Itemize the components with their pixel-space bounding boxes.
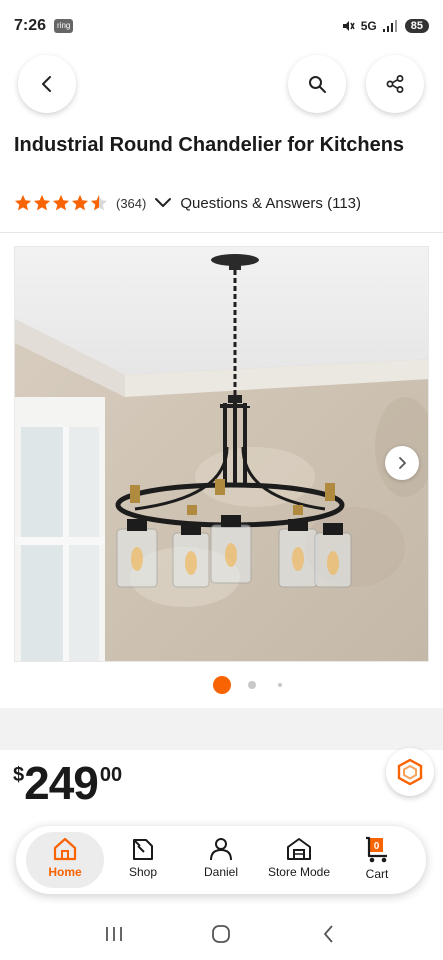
share-icon <box>386 75 404 93</box>
store-icon <box>287 838 311 860</box>
nav-account[interactable]: Daniel <box>182 832 260 888</box>
nav-home[interactable]: Home <box>26 832 104 888</box>
status-bar: 7:26 ring 5G 85 <box>0 0 443 52</box>
recent-apps-icon[interactable] <box>103 924 125 944</box>
chandelier-photo <box>15 247 428 661</box>
rating-row[interactable]: (364) Questions & Answers (113) <box>14 192 361 214</box>
ring-notification-icon: ring <box>54 19 74 33</box>
shop-icon <box>133 839 153 860</box>
share-button[interactable] <box>366 55 424 113</box>
battery-indicator: 85 <box>404 19 429 33</box>
nav-cart-label: Cart <box>365 867 389 881</box>
search-icon <box>309 76 326 93</box>
signal-icon <box>382 20 397 32</box>
divider <box>0 232 443 233</box>
product-title: Industrial Round Chandelier for Kitchens <box>14 134 405 156</box>
carousel-dots <box>0 676 443 694</box>
price-dollars: 249 <box>24 757 99 809</box>
carousel-dot-active[interactable] <box>213 676 231 694</box>
next-image-button[interactable] <box>385 446 419 480</box>
status-right: 5G 85 <box>341 19 429 33</box>
back-button[interactable] <box>18 55 76 113</box>
nav-cart[interactable]: 0 Cart <box>338 832 416 888</box>
user-icon <box>210 838 232 861</box>
cart-badge: 0 <box>374 841 380 852</box>
back-system-icon[interactable] <box>318 923 340 945</box>
nav-shop[interactable]: Shop <box>104 832 182 888</box>
product-image[interactable] <box>14 246 429 662</box>
search-button[interactable] <box>288 55 346 113</box>
nav-account-label: Daniel <box>203 865 239 879</box>
cart-icon: 0 <box>366 836 387 863</box>
price-currency: $ <box>13 764 25 786</box>
questions-answers-link[interactable]: Questions & Answers (113) <box>180 195 361 212</box>
star-rating <box>14 194 108 212</box>
section-separator <box>0 708 443 750</box>
system-nav-bar <box>0 908 443 960</box>
price-cents: 00 <box>99 764 123 786</box>
star-icon <box>71 194 89 211</box>
chevron-down-icon[interactable] <box>154 197 172 209</box>
bottom-nav: Home Shop Daniel Store Mode 0 Cart <box>16 826 426 894</box>
star-icon <box>14 194 32 211</box>
nav-store-mode[interactable]: Store Mode <box>260 832 338 888</box>
star-icon <box>52 194 70 211</box>
star-icon <box>90 194 108 211</box>
hexagon-icon <box>397 758 423 786</box>
status-time: 7:26 <box>14 17 47 34</box>
network-label: 5G <box>360 19 377 33</box>
carousel-dot[interactable] <box>278 683 282 687</box>
nav-store-mode-label: Store Mode <box>267 865 331 879</box>
star-icon <box>33 194 51 211</box>
review-count[interactable]: (364) <box>116 196 146 211</box>
nav-home-label: Home <box>48 865 82 879</box>
assistant-button[interactable] <box>386 748 434 796</box>
mute-icon <box>342 21 355 31</box>
carousel-dot[interactable] <box>248 681 256 689</box>
chevron-left-icon <box>42 76 51 92</box>
price: $ 249 00 <box>13 758 122 808</box>
nav-shop-label: Shop <box>128 865 158 879</box>
home-system-icon[interactable] <box>210 923 232 945</box>
status-left: 7:26 ring <box>14 17 74 35</box>
chevron-right-icon <box>399 457 406 469</box>
home-icon <box>53 837 77 861</box>
